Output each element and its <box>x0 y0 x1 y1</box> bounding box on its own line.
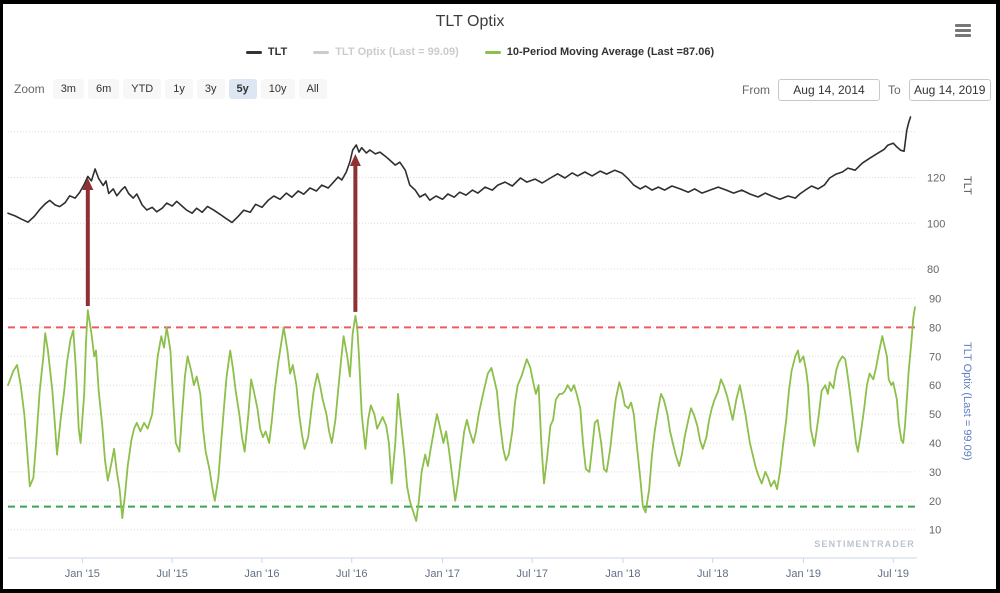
optix-axis-title: TLT Optix (Last = 99.09) <box>961 342 973 461</box>
price-axis-tick-label: 80 <box>927 264 939 276</box>
price-axis-title: TLT <box>961 176 973 195</box>
tlt-price-line[interactable] <box>7 116 912 224</box>
optix-axis-tick-label: 80 <box>929 322 941 334</box>
optix-axis-tick-label: 10 <box>929 525 941 537</box>
optix-axis-tick-label: 50 <box>929 409 941 421</box>
optix-axis-tick-label: 30 <box>929 467 941 479</box>
x-axis-label: Jan '15 <box>65 568 100 580</box>
optix-axis-tick-label: 20 <box>929 496 941 508</box>
x-axis-label: Jul '19 <box>878 568 909 580</box>
sentimentrader-watermark: SENTIMENTRADER <box>814 539 915 549</box>
price-axis-tick-label: 120 <box>927 173 945 185</box>
optix-axis-tick-label: 70 <box>929 351 941 363</box>
x-axis-label: Jul '18 <box>697 568 728 580</box>
price-axis-tick-label: 100 <box>927 218 945 230</box>
chart-page: TLT Optix TLT TLT Optix (Last = 99.09) 1… <box>0 0 1000 593</box>
x-axis-label: Jul '15 <box>156 568 187 580</box>
x-axis-label: Jan '17 <box>425 568 460 580</box>
optix-axis-tick-label: 40 <box>929 438 941 450</box>
x-axis-label: Jul '17 <box>517 568 548 580</box>
optix-axis-tick-label: 60 <box>929 380 941 392</box>
x-axis-label: Jan '19 <box>786 568 821 580</box>
x-axis-label: Jan '16 <box>244 568 279 580</box>
chart-plot-area[interactable]: Jan '15 Jul '15 Jan '16 Jul '16 Jan '17 Jul '… <box>0 0 1000 593</box>
x-axis-label: Jul '16 <box>336 568 367 580</box>
x-axis-label: Jan '18 <box>605 568 640 580</box>
optix-axis-tick-label: 90 <box>929 294 941 306</box>
